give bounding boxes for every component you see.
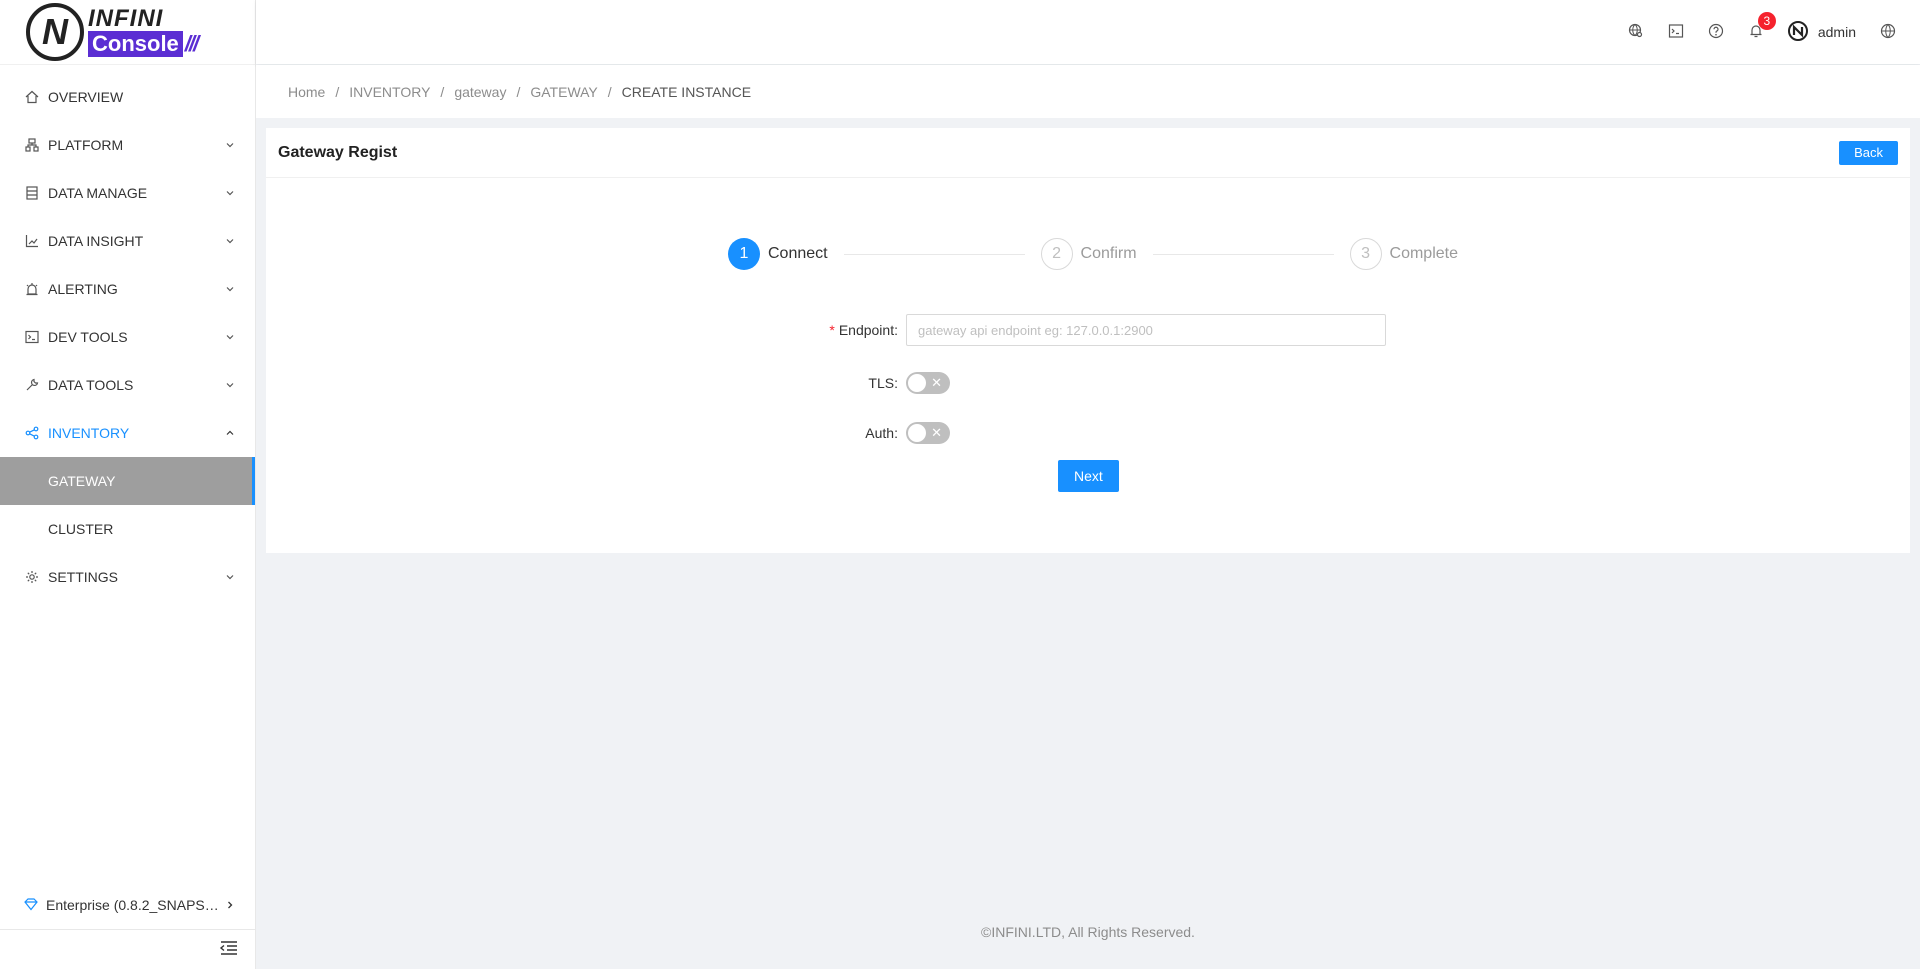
- terminal-icon: [1668, 23, 1684, 42]
- avatar: [1787, 20, 1808, 44]
- tool-icon: [24, 377, 40, 393]
- step-confirm: 2 Confirm: [1040, 238, 1137, 270]
- version-label: Enterprise (0.8.2_SNAPSHOT): [46, 897, 225, 913]
- chevron-down-icon: [225, 380, 235, 390]
- chart-icon: [24, 233, 40, 249]
- alarm-icon: [24, 281, 40, 297]
- question-circle-icon: [1708, 23, 1724, 42]
- console-button[interactable]: [1656, 0, 1696, 64]
- username: admin: [1817, 24, 1856, 40]
- help-button[interactable]: [1696, 0, 1736, 64]
- app-logo[interactable]: N INFINI Console///: [0, 0, 255, 65]
- endpoint-row: * Endpoint:: [266, 314, 1386, 346]
- footer-copyright: ©INFINI.LTD, All Rights Reserved.: [981, 924, 1195, 940]
- sidebar-item-overview[interactable]: OVERVIEW: [0, 73, 255, 121]
- breadcrumb-current: CREATE INSTANCE: [621, 83, 752, 100]
- infini-logo-icon: N: [26, 3, 84, 61]
- chevron-down-icon: [225, 284, 235, 294]
- gear-icon: [24, 569, 40, 585]
- breadcrumb-gateway[interactable]: GATEWAY: [530, 84, 597, 100]
- notifications-button[interactable]: 3: [1736, 0, 1776, 64]
- share-icon: [24, 425, 40, 441]
- step-title: Connect: [768, 245, 828, 262]
- notification-badge: 3: [1757, 12, 1776, 30]
- auth-label: Auth:: [865, 425, 898, 441]
- user-menu[interactable]: admin: [1776, 0, 1868, 64]
- sidebar-menu: OVERVIEW PLATFORM DATA MANAGE DATA INSIG…: [0, 73, 255, 601]
- auth-row: Auth: ✕: [266, 422, 950, 444]
- chevron-right-icon: [225, 897, 235, 913]
- chevron-down-icon: [225, 332, 235, 342]
- diamond-icon: [24, 897, 38, 914]
- gateway-regist-card: Gateway Regist Back 1 Connect 2 Confirm …: [266, 128, 1910, 553]
- menu-fold-icon: [219, 940, 239, 959]
- sidebar-item-data-insight[interactable]: DATA INSIGHT: [0, 217, 255, 265]
- sidebar: N INFINI Console/// OVERVIEW PLATFORM DA…: [0, 0, 256, 969]
- step-connector: [843, 253, 1025, 255]
- close-icon: ✕: [931, 375, 942, 390]
- chevron-down-icon: [225, 140, 235, 150]
- chevron-up-icon: [225, 428, 235, 438]
- page-title: Gateway Regist: [278, 143, 398, 161]
- sidebar-item-cluster[interactable]: CLUSTER: [0, 505, 255, 553]
- next-button[interactable]: Next: [1058, 460, 1119, 492]
- home-icon: [24, 89, 40, 105]
- breadcrumb-inventory[interactable]: INVENTORY: [349, 84, 430, 100]
- collapse-sidebar-button[interactable]: [0, 929, 255, 969]
- auth-switch[interactable]: ✕: [906, 422, 950, 444]
- logo-top-text: INFINI: [88, 5, 164, 32]
- step-number: 1: [728, 238, 760, 270]
- sidebar-item-settings[interactable]: SETTINGS: [0, 553, 255, 601]
- sidebar-item-data-tools[interactable]: DATA TOOLS: [0, 361, 255, 409]
- steps: 1 Connect 2 Confirm 3 Complete: [728, 238, 1458, 270]
- sidebar-item-platform[interactable]: PLATFORM: [0, 121, 255, 169]
- breadcrumb-home[interactable]: Home: [288, 84, 325, 100]
- tls-label: TLS:: [868, 375, 898, 391]
- sidebar-item-gateway[interactable]: GATEWAY: [0, 457, 255, 505]
- step-title: Confirm: [1080, 245, 1137, 262]
- logo-bottom-text: Console: [88, 31, 183, 57]
- sidebar-item-data-manage[interactable]: DATA MANAGE: [0, 169, 255, 217]
- step-connector: [1152, 253, 1334, 255]
- sidebar-item-dev-tools[interactable]: DEV TOOLS: [0, 313, 255, 361]
- endpoint-input[interactable]: [906, 314, 1386, 346]
- back-button[interactable]: Back: [1839, 140, 1898, 165]
- step-number: 2: [1040, 238, 1073, 270]
- step-connect: 1 Connect: [728, 238, 828, 270]
- globe-icon: [1880, 23, 1896, 42]
- breadcrumb: Home / INVENTORY / gateway / GATEWAY / C…: [256, 65, 1920, 118]
- globe-search-button[interactable]: [1616, 0, 1656, 64]
- chevron-down-icon: [225, 188, 235, 198]
- cluster-icon: [24, 137, 40, 153]
- endpoint-label: Endpoint:: [838, 322, 898, 338]
- step-title: Complete: [1389, 245, 1458, 262]
- chevron-down-icon: [225, 236, 235, 246]
- tls-switch[interactable]: ✕: [906, 372, 950, 394]
- breadcrumb-gateway-section[interactable]: gateway: [454, 84, 506, 100]
- globe-search-icon: [1628, 23, 1644, 42]
- step-number: 3: [1349, 238, 1382, 270]
- step-complete: 3 Complete: [1349, 238, 1458, 270]
- sidebar-item-inventory[interactable]: INVENTORY: [0, 409, 255, 457]
- terminal-icon: [24, 329, 40, 345]
- version-item[interactable]: Enterprise (0.8.2_SNAPSHOT): [0, 881, 255, 929]
- top-header: 3 admin: [256, 0, 1920, 64]
- close-icon: ✕: [931, 425, 942, 440]
- tls-row: TLS: ✕: [266, 372, 950, 394]
- database-icon: [24, 185, 40, 201]
- chevron-down-icon: [225, 572, 235, 582]
- language-button[interactable]: [1868, 0, 1908, 64]
- sidebar-item-alerting[interactable]: ALERTING: [0, 265, 255, 313]
